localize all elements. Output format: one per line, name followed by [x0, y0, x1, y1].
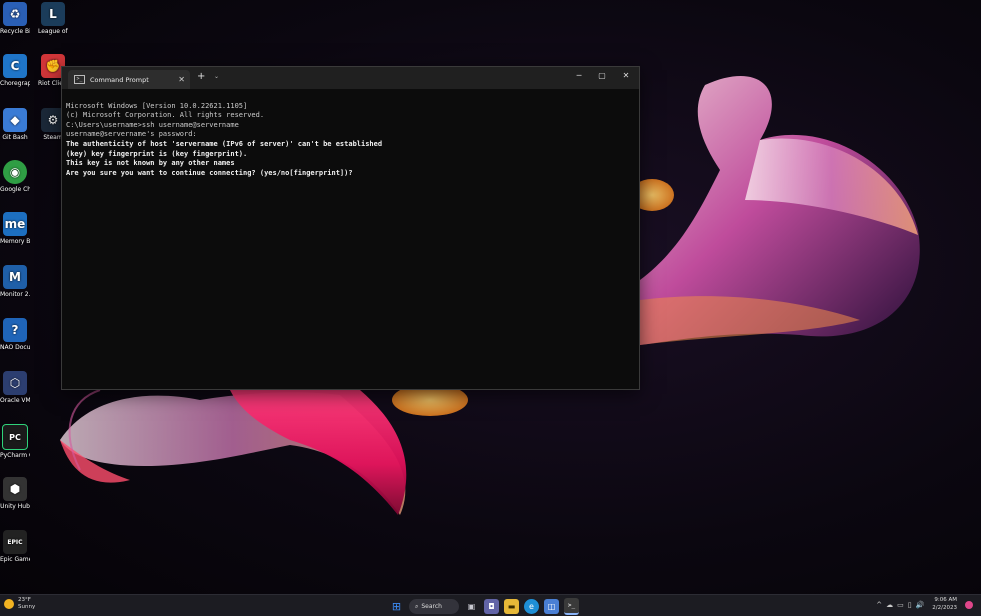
teams-chat-button[interactable]: ◘: [484, 599, 499, 614]
command-prompt-window[interactable]: >_ Command Prompt ✕ + ⌄ ─ ▢ ✕ Microsoft …: [61, 66, 640, 390]
terminal-line: The authenticity of host 'servername (IP…: [66, 139, 383, 148]
chrome-icon: ◉: [3, 160, 27, 184]
chevron-down-icon[interactable]: ⌄: [214, 73, 219, 80]
chevron-up-icon[interactable]: ^: [876, 601, 882, 609]
desktop-icon-google-chrome[interactable]: ◉ Google Chrome: [0, 160, 30, 193]
weather-desc: Sunny: [18, 604, 36, 610]
sun-icon: [4, 599, 14, 609]
terminal-line: This key is not known by any other names: [66, 159, 235, 168]
pycharm-icon: PC: [2, 424, 28, 450]
git-bash-icon: ◆: [3, 108, 27, 132]
terminal-prompt-line: Are you sure you want to continue connec…: [66, 168, 353, 177]
weather-temp: 23°F: [18, 597, 31, 603]
display-icon[interactable]: ▭: [897, 601, 904, 609]
memory-backup-icon: me: [3, 212, 27, 236]
volume-icon[interactable]: 🔊: [916, 601, 925, 609]
cloud-icon[interactable]: ☁: [886, 601, 893, 609]
desktop-icon-git-bash[interactable]: ◆ Git Bash: [0, 108, 30, 141]
desktop-icon-pycharm[interactable]: PC PyCharm Communi...: [0, 424, 30, 459]
clock-date: 2/2/2023: [932, 604, 957, 611]
system-tray: ^ ☁ ▭ ▯ 🔊 9:06 AM 2/2/2023: [876, 597, 973, 612]
search-label: Search: [421, 603, 442, 610]
unity-hub-icon: ⬢: [3, 477, 27, 501]
choregraphe-icon: C: [3, 54, 27, 78]
terminal-icon: >_: [74, 75, 85, 84]
close-tab-icon[interactable]: ✕: [178, 75, 185, 84]
desktop-icon-monitor[interactable]: M Monitor 2.8.6.23: [0, 265, 30, 298]
desktop-icon-epic-games[interactable]: EPIC Epic Games Launcher: [0, 530, 30, 563]
tab-command-prompt[interactable]: >_ Command Prompt ✕: [68, 70, 190, 89]
terminal-taskbar-button[interactable]: >_: [564, 598, 579, 615]
search-button[interactable]: ⌕ Search: [409, 599, 459, 614]
new-tab-button[interactable]: +: [197, 71, 205, 82]
clock-time: 9:06 AM: [934, 597, 957, 603]
clock[interactable]: 9:06 AM 2/2/2023: [932, 597, 957, 612]
desktop-icon-league-of-legends[interactable]: L League of Legends: [38, 2, 68, 35]
terminal-output[interactable]: Microsoft Windows [Version 10.0.22621.11…: [62, 89, 639, 201]
desktop-icon-memory-backup[interactable]: me Memory Backu...: [0, 212, 30, 245]
recycle-bin-icon: ♻: [3, 2, 27, 26]
maximize-button[interactable]: ▢: [595, 71, 609, 80]
monitor-app-icon: M: [3, 265, 27, 289]
window-titlebar[interactable]: >_ Command Prompt ✕ + ⌄ ─ ▢ ✕: [62, 67, 639, 89]
minimize-button[interactable]: ─: [572, 71, 586, 80]
desktop-icon-recycle-bin[interactable]: ♻ Recycle Bin: [0, 2, 30, 35]
epic-games-icon: EPIC: [3, 530, 27, 554]
league-of-legends-icon: L: [41, 2, 65, 26]
close-window-button[interactable]: ✕: [619, 71, 633, 80]
start-button[interactable]: ⊞: [389, 599, 404, 614]
search-icon: ⌕: [415, 602, 419, 610]
microsoft-store-button[interactable]: ◫: [544, 599, 559, 614]
virtualbox-icon: ⬡: [3, 371, 27, 395]
terminal-line: (c) Microsoft Corporation. All rights re…: [66, 111, 265, 120]
terminal-line: C:\Users\username>ssh username@servernam…: [66, 120, 239, 129]
terminal-line: Microsoft Windows [Version 10.0.22621.11…: [66, 101, 248, 110]
desktop-icon-choregraphe[interactable]: C Choregraphe 2.8.6.23: [0, 54, 30, 87]
taskbar: 23°F Sunny ⊞ ⌕ Search ▣ ◘ ▬ e ◫ >_ ^ ☁ ▭…: [0, 594, 981, 616]
terminal-line: username@servername's password:: [66, 130, 197, 139]
weather-widget[interactable]: 23°F Sunny: [4, 597, 35, 611]
help-icon: ?: [3, 318, 27, 342]
battery-icon[interactable]: ▯: [908, 601, 912, 609]
edge-browser-button[interactable]: e: [524, 599, 539, 614]
desktop-icon-nao-documentation[interactable]: ? NAO Document...: [0, 318, 30, 351]
file-explorer-button[interactable]: ▬: [504, 599, 519, 614]
task-view-button[interactable]: ▣: [464, 599, 479, 614]
terminal-line: (key) key fingerprint is (key fingerprin…: [66, 149, 248, 158]
desktop-icon-virtualbox[interactable]: ⬡ Oracle VM VirtualBox: [0, 371, 30, 404]
tab-title: Command Prompt: [90, 75, 149, 84]
desktop-icon-unity-hub[interactable]: ⬢ Unity Hub: [0, 477, 30, 510]
notification-icon[interactable]: [965, 600, 973, 609]
taskbar-apps: ⊞ ⌕ Search ▣ ◘ ▬ e ◫ >_: [389, 598, 579, 615]
